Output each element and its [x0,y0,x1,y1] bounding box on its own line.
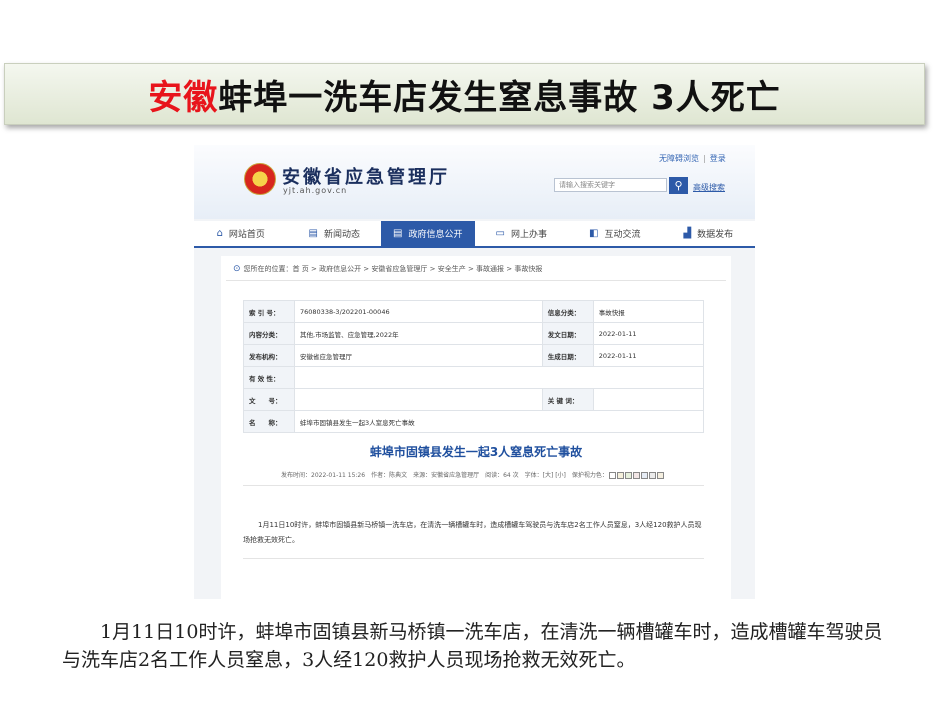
meta-key: 索 引 号： [243,300,295,323]
nav-interaction[interactable]: ◧ 互动交流 [568,221,662,246]
meta-value: 2022-01-11 [592,322,705,345]
content-panel: ⊙ 您所在的位置：首 页 > 政府信息公开 > 安徽省应急管理厅 > 安全生产 >… [221,256,731,599]
table-row: 有 效 性： [243,366,704,389]
meta-key: 有 效 性： [243,366,295,389]
meta-value [294,366,704,389]
nav-label: 政府信息公开 [408,230,463,240]
color-swatch[interactable] [656,472,664,479]
slide-title-rest: 蚌埠一洗车店发生窒息事故 3人死亡 [218,77,781,118]
meta-value: 安徽省应急管理厅 [294,344,543,367]
monitor-icon: ▭ [495,228,505,239]
nav-label: 新闻动态 [323,230,360,240]
chart-icon: ▟ [683,228,692,239]
slide-title-banner: 安徽蚌埠一洗车店发生窒息事故 3人死亡 [4,63,925,125]
slide-paragraph: 1月11日10时许，蚌埠市固镇县新马桥镇一洗车店，在清洗一辆槽罐车时，造成槽罐车… [62,621,883,671]
breadcrumb: ⊙ 您所在的位置：首 页 > 政府信息公开 > 安徽省应急管理厅 > 安全生产 >… [233,264,542,274]
article-title: 蚌埠市固镇县发生一起3人窒息死亡事故 [369,445,583,459]
meta-value: 蚌埠市固镇县发生一起3人窒息死亡事故 [294,410,704,433]
nav-label: 数据发布 [697,230,734,240]
metadata-table: 索 引 号： 76080338-3/202201-00046 信息分类： 事故快… [243,300,705,433]
top-links: 无障碍浏览 | 登录 [659,154,726,163]
slide-title-highlight: 安徽 [148,77,219,118]
meta-key: 发文日期： [541,322,594,345]
meta-value [294,388,543,411]
search-icon[interactable]: ⚲ [669,177,688,194]
color-swatch[interactable] [616,472,624,479]
divider [226,280,726,281]
nav-label: 网站首页 [228,230,265,240]
nav-label: 网上办事 [510,230,547,240]
national-emblem-icon [244,163,276,195]
location-pin-icon: ⊙ [233,264,241,274]
meta-value: 事故快报 [592,300,705,323]
site-url: yjt.ah.gov.cn [283,186,348,195]
meta-value: 76080338-3/202201-00046 [294,300,543,323]
meta-value: 2022-01-11 [592,344,705,367]
login-link[interactable]: 登录 [710,154,726,163]
color-swatch[interactable] [640,472,648,479]
table-row: 文 号： 关 键 词： [243,388,705,411]
nav-news[interactable]: ▤ 新闻动态 [288,221,382,246]
table-row: 索 引 号： 76080338-3/202201-00046 信息分类： 事故快… [243,300,705,323]
site-header: 安徽省应急管理厅 yjt.ah.gov.cn 无障碍浏览 | 登录 请输入搜索关键字… [194,145,755,219]
meta-key: 发布机构： [243,344,295,367]
meta-key: 信息分类： [541,300,594,323]
article-body: 1月11日10时许，蚌埠市固镇县新马桥镇一洗车店，在清洗一辆槽罐车时，造成槽罐车… [243,521,702,544]
color-swatch[interactable] [608,472,616,479]
nav-data-release[interactable]: ▟ 数据发布 [662,221,756,246]
color-swatch[interactable] [648,472,656,479]
website-screenshot: 安徽省应急管理厅 yjt.ah.gov.cn 无障碍浏览 | 登录 请输入搜索关键字… [194,145,755,599]
article-info-text: 发布时间：2022-01-11 15:26 作者：陈典文 来源：安徽省应急管理厅… [281,472,608,479]
table-row: 名 称： 蚌埠市固镇县发生一起3人窒息死亡事故 [243,410,704,433]
nav-label: 互动交流 [604,230,641,240]
nav-home[interactable]: ⌂ 网站首页 [194,221,288,246]
news-icon: ▤ [308,228,318,239]
meta-value [592,388,705,411]
color-swatch[interactable] [632,472,640,479]
main-nav: ⌂ 网站首页 ▤ 新闻动态 ▤ 政府信息公开 ▭ 网上办事 ◧ 互动交流 ▟ 数据发布 [194,221,755,248]
color-swatch[interactable] [624,472,632,479]
divider [243,485,704,486]
meta-key: 关 键 词： [541,388,594,411]
divider [243,558,704,559]
accessibility-link[interactable]: 无障碍浏览 [659,154,699,163]
meta-key: 名 称： [243,410,295,433]
slide-title: 安徽蚌埠一洗车店发生窒息事故 3人死亡 [148,70,781,119]
meta-value: 其他,市场监管、应急管理,2022年 [294,322,543,345]
advanced-search-link[interactable]: 高级搜索 [693,182,725,193]
home-icon: ⌂ [216,228,223,239]
chat-icon: ◧ [589,228,599,239]
table-row: 内容分类： 其他,市场监管、应急管理,2022年 发文日期： 2022-01-1… [243,322,705,345]
meta-key: 生成日期： [541,344,594,367]
meta-key: 内容分类： [243,322,295,345]
meta-key: 文 号： [243,388,295,411]
table-row: 发布机构： 安徽省应急管理厅 生成日期： 2022-01-11 [243,344,705,367]
nav-online-service[interactable]: ▭ 网上办事 [475,221,569,246]
search-input[interactable]: 请输入搜索关键字 [554,178,667,192]
breadcrumb-text[interactable]: 您所在的位置：首 页 > 政府信息公开 > 安徽省应急管理厅 > 安全生产 > … [244,265,543,273]
article-info: 发布时间：2022-01-11 15:26 作者：陈典文 来源：安徽省应急管理厅… [281,470,664,479]
document-icon: ▤ [393,228,403,239]
nav-gov-info[interactable]: ▤ 政府信息公开 [381,221,475,246]
